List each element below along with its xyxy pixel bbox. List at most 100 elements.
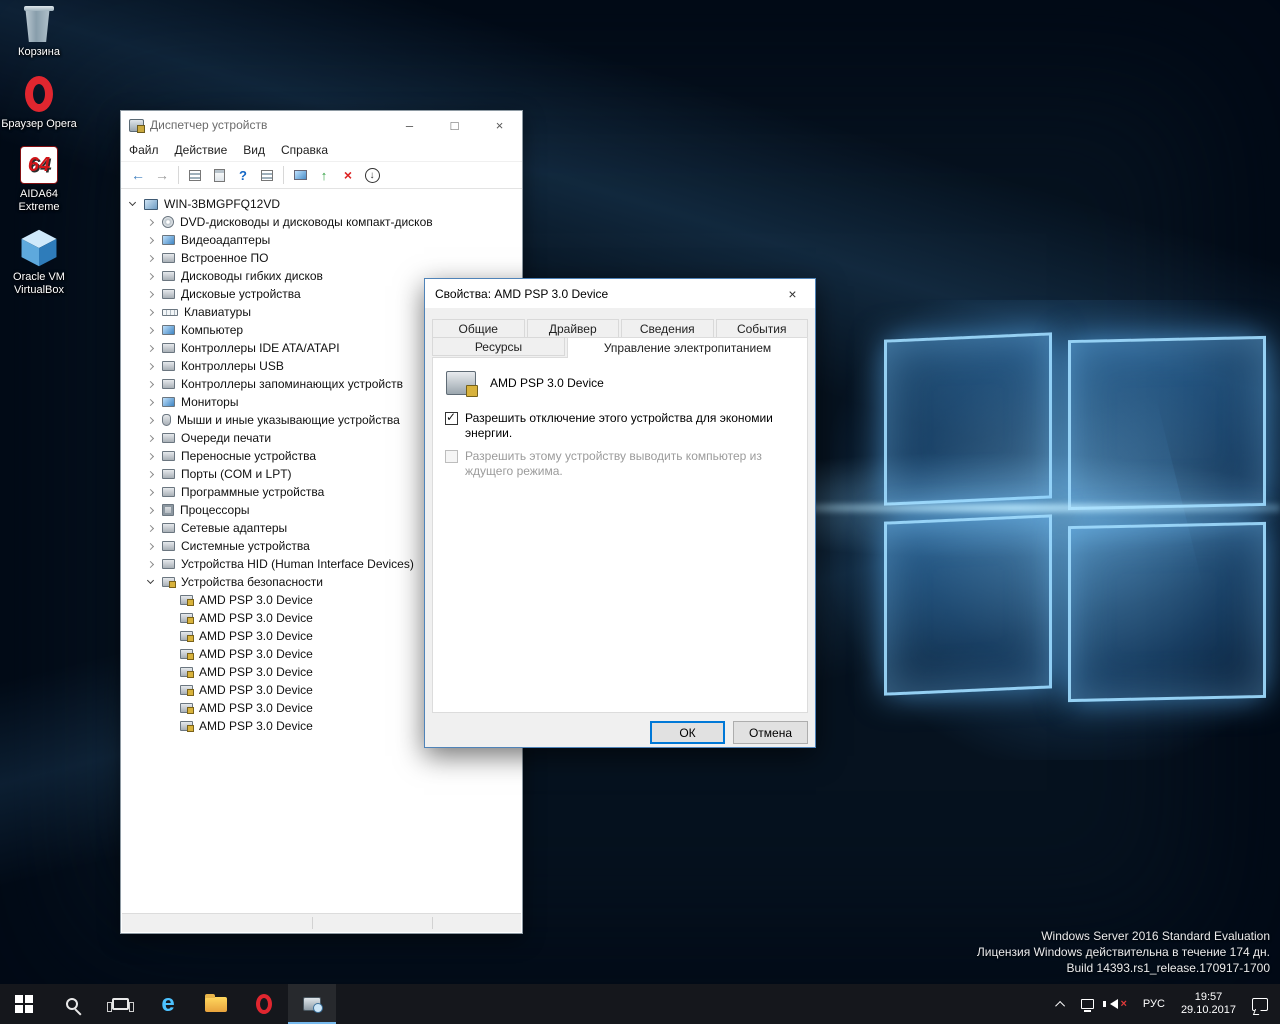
disable-device-button[interactable]: ↓ [361,164,383,186]
tab[interactable]: Общие [432,319,525,338]
chevron-down-icon[interactable] [128,198,137,207]
chevron-icon[interactable] [146,434,155,442]
desktop-icon-label: Корзина [18,46,60,58]
clock[interactable]: 19:57 29.10.2017 [1175,984,1242,1024]
chevron-icon[interactable] [146,218,155,226]
action-center-button[interactable] [1246,984,1274,1024]
maximize-button[interactable]: □ [432,111,477,139]
close-button[interactable]: × [477,111,522,139]
chevron-icon[interactable] [146,506,155,514]
tabs-row-2: Ресурсы Управление электропитанием [432,337,808,358]
menu-item[interactable]: Действие [167,140,236,160]
hidden-icons-button[interactable] [1052,984,1071,1024]
chevron-icon[interactable] [146,576,155,585]
chevron-icon[interactable] [146,344,155,352]
device-manager-taskbar-button[interactable] [288,984,336,1024]
chevron-icon[interactable] [146,380,155,388]
properties-button[interactable] [208,164,230,186]
opera-taskbar-button[interactable] [240,984,288,1024]
export-list-button[interactable] [256,164,278,186]
ide-controller-icon [162,343,175,353]
desktop-icon-virtualbox[interactable]: Oracle VM VirtualBox [0,229,78,297]
floppy-drive-icon [162,271,175,281]
menu-item[interactable]: Вид [235,140,273,160]
tab[interactable]: Управление электропитанием [567,337,808,358]
tab[interactable]: Сведения [621,319,714,338]
chevron-icon[interactable] [146,452,155,460]
task-view-button[interactable] [96,984,144,1024]
cancel-button[interactable]: Отмена [733,721,808,744]
tree-item-label: Клавиатуры [184,305,251,319]
security-device-icon [180,667,194,678]
statusbar-separator [432,917,433,929]
network-adapter-icon [162,523,175,533]
tab[interactable]: Драйвер [526,319,619,338]
chevron-icon[interactable] [146,470,155,478]
network-tray-button[interactable] [1075,984,1100,1024]
tab[interactable]: События [715,319,808,338]
search-button[interactable] [48,984,96,1024]
chevron-icon[interactable] [146,362,155,370]
taskbar-left: e [0,984,336,1024]
checkbox-checked-icon[interactable] [445,410,458,425]
minimize-button[interactable]: – [387,111,432,139]
watermark-line: Лицензия Windows действительна в течение… [976,945,1270,959]
chevron-icon[interactable] [146,272,155,280]
tab[interactable]: Ресурсы [432,337,565,356]
mouse-icon [162,414,171,426]
tree-item[interactable]: DVD-дисководы и дисководы компакт-дисков [122,213,521,231]
chevron-icon[interactable] [146,524,155,532]
update-driver-button[interactable]: ↑ [313,164,335,186]
language-indicator[interactable]: РУС [1137,984,1171,1024]
window-title: Диспетчер устройств [150,118,268,132]
checkbox-disabled-icon [445,450,458,463]
checkbox-row-allow-power-off[interactable]: Разрешить отключение этого устройства дл… [433,405,807,443]
back-button[interactable]: ← [127,164,149,186]
chevron-icon[interactable] [146,308,155,316]
chevron-icon[interactable] [146,560,155,568]
checkbox-label: Разрешить этому устройству выводить комп… [465,449,762,478]
chevron-icon[interactable] [146,542,155,550]
desktop-icon-opera[interactable]: Браузер Opera [0,74,78,131]
tree-root-node[interactable]: WIN-3BMGPFQ12VD [122,195,521,213]
software-device-icon [162,487,175,497]
start-button[interactable] [0,984,48,1024]
chevron-icon[interactable] [146,398,155,406]
menu-item[interactable]: Справка [273,140,336,160]
task-view-icon [106,998,134,1012]
portable-device-icon [162,451,175,461]
chevron-icon[interactable] [146,326,155,334]
print-queue-icon [162,433,175,443]
dialog-titlebar[interactable]: Свойства: AMD PSP 3.0 Device × [425,279,815,308]
tray-time: 19:57 [1194,991,1223,1003]
device-manager-titlebar[interactable]: Диспетчер устройств – □ × [121,111,522,139]
chevron-icon[interactable] [146,488,155,496]
tree-item[interactable]: Видеоадаптеры [122,231,521,249]
help-button[interactable]: ? [232,164,254,186]
chevron-icon[interactable] [146,236,155,244]
show-console-tree-button[interactable] [184,164,206,186]
desktop-icon-aida64[interactable]: 64 AIDA64 Extreme [0,146,78,214]
chevron-icon[interactable] [146,254,155,262]
file-explorer-button[interactable] [192,984,240,1024]
chevron-icon[interactable] [146,290,155,298]
ok-button[interactable]: ОК [650,721,725,744]
tabs-row-1: Общие Драйвер Сведения События [432,319,808,338]
checkbox-row-allow-wake: Разрешить этому устройству выводить комп… [433,443,807,481]
scan-hardware-changes-button[interactable] [289,164,311,186]
desktop-icon-label: AIDA64 Extreme [18,188,60,213]
edge-button[interactable]: e [144,984,192,1024]
tree-item[interactable]: Встроенное ПО [122,249,521,267]
firmware-icon [162,253,175,263]
uninstall-device-button[interactable]: × [337,164,359,186]
forward-button[interactable]: → [151,164,173,186]
chevron-icon[interactable] [146,416,155,424]
opera-icon [25,76,53,112]
desktop-icon-recycle-bin[interactable]: Корзина [0,6,78,59]
close-icon[interactable]: × [770,279,815,308]
volume-tray-button[interactable]: × [1103,984,1132,1024]
device-manager-app-icon [129,118,145,133]
security-device-icon [180,631,194,642]
menu-item[interactable]: Файл [121,140,167,160]
notification-icon [1252,997,1268,1011]
